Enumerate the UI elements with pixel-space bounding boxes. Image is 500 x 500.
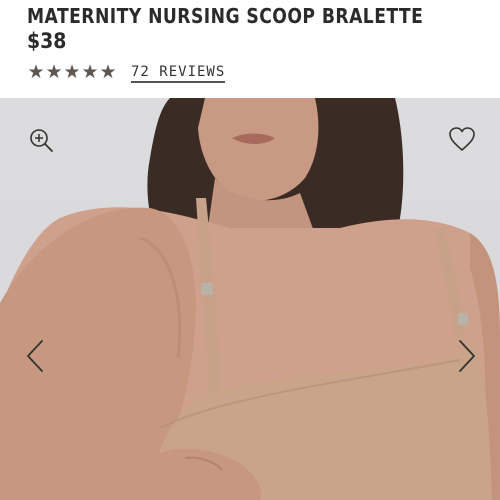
- star-icon: ★: [27, 62, 45, 83]
- product-price: $38: [27, 29, 67, 53]
- rating-row: ★ ★ ★ ★ ★ 72 REVIEWS: [27, 62, 226, 84]
- star-rating: ★ ★ ★ ★ ★: [27, 63, 117, 83]
- chevron-left-icon: [27, 340, 43, 372]
- star-icon: ★: [81, 62, 99, 83]
- star-icon: ★: [63, 62, 81, 83]
- chevron-right-icon: [459, 340, 475, 372]
- zoom-in-icon: [30, 129, 53, 152]
- heart-icon: [449, 127, 475, 151]
- product-title: MATERNITY NURSING SCOOP BRALETTE: [27, 4, 424, 28]
- reviews-link[interactable]: 72 REVIEWS: [131, 64, 226, 83]
- product-photo: [0, 98, 500, 500]
- product-image-gallery[interactable]: [0, 98, 500, 500]
- next-image-button[interactable]: [452, 338, 482, 374]
- star-icon: ★: [45, 62, 63, 83]
- previous-image-button[interactable]: [20, 338, 50, 374]
- favorite-button[interactable]: [447, 124, 477, 154]
- zoom-button[interactable]: [26, 125, 56, 155]
- star-icon: ★: [99, 62, 117, 83]
